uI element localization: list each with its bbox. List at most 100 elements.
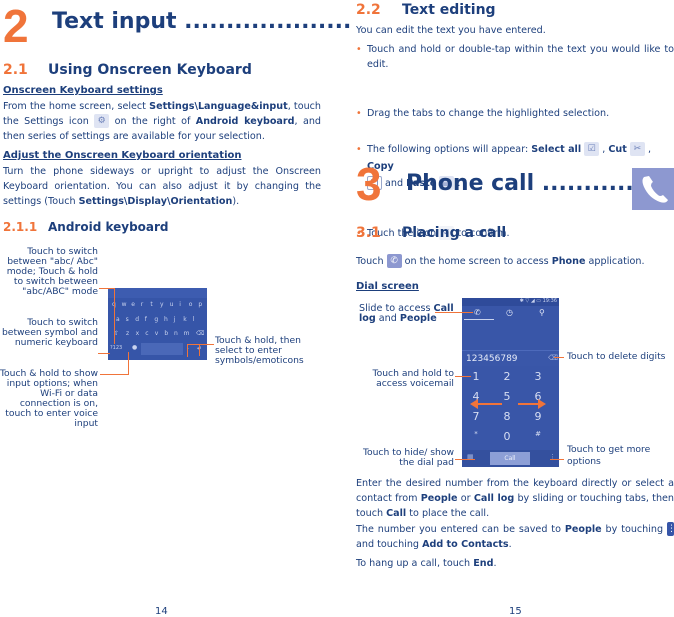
keyboard-key: i bbox=[179, 301, 181, 308]
page-number-left: 14 bbox=[155, 606, 168, 617]
keyboard-key: o bbox=[188, 301, 193, 308]
dialpad-key: * bbox=[474, 430, 478, 438]
keyboard-key: x bbox=[135, 330, 140, 337]
cut-icon: ✂ bbox=[629, 142, 645, 156]
editing-intro: You can edit the text you have entered. bbox=[356, 25, 546, 36]
keyboard-key: w bbox=[121, 301, 127, 308]
dialpad-key: 2 bbox=[503, 370, 511, 383]
callout-line bbox=[99, 288, 115, 289]
callout-line bbox=[187, 344, 214, 345]
dialpad-key: 5 bbox=[503, 390, 511, 403]
swipe-left-arrow bbox=[470, 399, 478, 409]
section-number: 2.1.1 bbox=[3, 220, 38, 234]
callout-emoticons: Touch & hold, then select to enter symbo… bbox=[215, 335, 304, 366]
tab-call-log-icon: ◷ bbox=[506, 308, 513, 317]
section-heading-2-1: 2.1 Using Onscreen Keyboard bbox=[3, 62, 252, 78]
dialpad-key: 3 bbox=[534, 370, 542, 383]
keyboard-key: s bbox=[125, 316, 129, 323]
section-heading-2-2: 2.2 Text editing bbox=[356, 2, 496, 18]
keyboard-key: b bbox=[164, 330, 169, 337]
callout-line bbox=[98, 353, 110, 354]
bullet-item: Drag the tabs to change the highlighted … bbox=[356, 106, 674, 121]
keyboard-key: y bbox=[160, 301, 164, 308]
callout-symbols: Touch to switch between symbol and numer… bbox=[1, 317, 98, 348]
keyboard-key: n bbox=[174, 330, 178, 337]
keyboard-key: a bbox=[116, 316, 120, 323]
callout-shift: Touch to switch between "abc/ Abc" mode;… bbox=[6, 246, 98, 297]
chapter-title: Text input .................... bbox=[52, 9, 352, 34]
section-title: Using Onscreen Keyboard bbox=[48, 62, 252, 78]
select-all-icon: ☑ bbox=[584, 142, 600, 156]
callout-line bbox=[199, 344, 200, 356]
section-heading-3-1: 3.1 Placing a call bbox=[356, 225, 506, 241]
bullet-item: Touch and hold or double-tap within the … bbox=[356, 42, 674, 72]
touch-phone-paragraph: Touch ✆ on the home screen to access Pho… bbox=[356, 254, 645, 268]
swipe-right-arrow bbox=[538, 399, 546, 409]
callout-slide-tabs: Slide to access Call log and People bbox=[359, 303, 454, 324]
section-heading-2-1-1: 2.1.1 Android keyboard bbox=[3, 220, 169, 234]
callout-line bbox=[455, 376, 471, 377]
section-number: 2.2 bbox=[356, 2, 381, 18]
callout-line bbox=[550, 459, 564, 460]
page-number-right: 15 bbox=[509, 606, 522, 617]
symbols-key: ?123 bbox=[110, 345, 123, 351]
callout-line bbox=[554, 357, 564, 358]
callout-more-options: Touch to get more options bbox=[567, 444, 651, 467]
callout-voicemail: Touch and hold to access voicemail bbox=[372, 368, 454, 389]
keyboard-key: c bbox=[145, 330, 149, 337]
keyboard-key: f bbox=[144, 316, 147, 323]
section-title: Android keyboard bbox=[48, 220, 169, 234]
dialed-number: 123456789 bbox=[466, 354, 518, 364]
callout-line bbox=[128, 352, 129, 375]
callout-line bbox=[114, 288, 115, 344]
keyboard-key: v bbox=[154, 330, 159, 337]
keyboard-image: qwertyuiop asdfghjkl zxcvbnm ⇧ ⌫ ?123 ● … bbox=[108, 288, 207, 360]
keyboard-key: d bbox=[135, 316, 139, 323]
overflow-menu-icon: ⋮ bbox=[667, 522, 674, 536]
orientation-subheading: Adjust the Onscreen Keyboard orientation bbox=[3, 150, 242, 161]
chapter-number: 2 bbox=[3, 0, 29, 52]
keyboard-key: r bbox=[140, 301, 144, 308]
section-title: Text editing bbox=[402, 2, 496, 18]
settings-gear-icon: ⚙ bbox=[94, 114, 110, 128]
dialpad-key: # bbox=[535, 430, 541, 438]
phone-app-icon bbox=[632, 168, 674, 210]
chapter-number: 3 bbox=[356, 158, 382, 210]
dialpad-key: 8 bbox=[503, 410, 511, 423]
keyboard-key: t bbox=[150, 301, 153, 308]
dialpad-key: 7 bbox=[472, 410, 480, 423]
keyboard-key: u bbox=[169, 301, 174, 308]
callout-line bbox=[100, 374, 129, 375]
tab-people-icon: ⚲ bbox=[539, 308, 545, 317]
tab-phone-icon: ✆ bbox=[474, 308, 481, 317]
keyboard-key: l bbox=[192, 316, 195, 323]
microphone-icon: ● bbox=[132, 344, 138, 351]
callout-hide-dialpad: Touch to hide/ show the dial pad bbox=[362, 447, 454, 468]
delete-key-icon: ⌫ bbox=[196, 330, 205, 337]
section-number: 3.1 bbox=[356, 225, 381, 241]
settings-subheading: Onscreen Keyboard settings bbox=[3, 85, 163, 96]
keyboard-key: e bbox=[131, 301, 135, 308]
enter-number-paragraph: Enter the desired number from the keyboa… bbox=[356, 478, 674, 519]
keyboard-key: j bbox=[173, 316, 176, 323]
keyboard-key: m bbox=[183, 330, 190, 337]
orientation-paragraph: Turn the phone sideways or upright to ad… bbox=[3, 166, 321, 207]
dial-screen-subheading: Dial screen bbox=[356, 281, 419, 292]
keyboard-key: h bbox=[164, 316, 168, 323]
keyboard-key: z bbox=[126, 330, 130, 337]
save-number-paragraph: The number you entered can be saved to P… bbox=[356, 522, 674, 550]
section-title: Placing a call bbox=[402, 225, 507, 241]
backspace-icon: ⌫ bbox=[548, 354, 558, 362]
settings-paragraph: From the home screen, select Settings\La… bbox=[3, 101, 322, 142]
phone-icon: ✆ bbox=[386, 254, 402, 268]
keyboard-key: p bbox=[198, 301, 203, 308]
dialer-image: ✱ ▽ ◢ ▭ 19:36 ✆ ◷ ⚲ 123456789 ⌫ 12345678… bbox=[462, 298, 559, 467]
callout-line bbox=[455, 459, 475, 460]
callout-delete-digits: Touch to delete digits bbox=[567, 351, 666, 362]
chapter-title: Phone call .............. bbox=[406, 171, 659, 196]
call-button: Call bbox=[490, 452, 530, 465]
keyboard-key: k bbox=[183, 316, 187, 323]
section-number: 2.1 bbox=[3, 62, 28, 78]
hang-up-paragraph: To hang up a call, touch End. bbox=[356, 558, 497, 569]
spacebar bbox=[141, 343, 183, 355]
